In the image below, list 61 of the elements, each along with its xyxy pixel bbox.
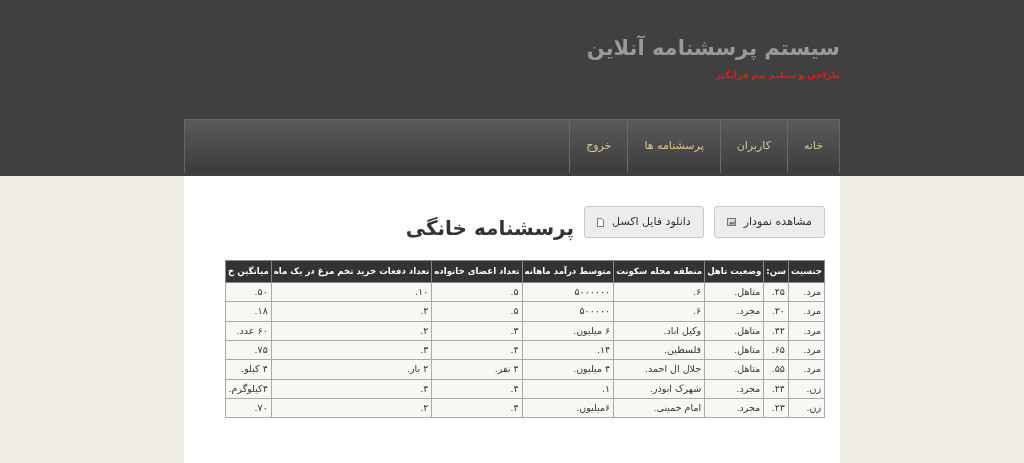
column-header: جنسیت xyxy=(788,260,825,283)
action-button[interactable]: مشاهده نمودار xyxy=(713,205,825,239)
table-cell: ۱۸. xyxy=(225,301,272,322)
table-cell: زن. xyxy=(788,379,825,399)
table-cell: جلال ال احمد. xyxy=(613,359,705,380)
table-cell: وکیل اباد. xyxy=(613,321,705,341)
table-cell: مجرد. xyxy=(704,379,764,399)
column-header: تعداد اعضای خانواده xyxy=(431,260,522,283)
table-cell: مرد. xyxy=(788,340,825,360)
column-header: تعداد دفعات خرید تخم مرغ در یک ماه xyxy=(271,260,432,283)
nav-link[interactable]: خانه xyxy=(786,119,839,173)
table-cell: ۴کیلوگرم. xyxy=(225,379,272,399)
column-header: منطقه محله سکونت xyxy=(613,260,705,283)
action-button[interactable]: دانلود فایل اکسل xyxy=(584,205,704,239)
column-header: میانگین خ xyxy=(225,260,272,283)
table-cell: مجرد. xyxy=(704,398,764,418)
table-cell: مرد. xyxy=(788,359,825,380)
table-cell: مجرد. xyxy=(704,301,764,322)
table-cell: مرد. xyxy=(788,301,825,322)
table-cell: ۶میلیون. xyxy=(522,398,614,418)
table-cell: شهرک ابوذر. xyxy=(613,379,705,399)
table-cell: ۵۰۰۰۰۰ xyxy=(522,301,614,322)
table-cell: ۲ بار. xyxy=(271,359,432,380)
table-cell: ۶. xyxy=(613,282,705,302)
table-cell: متاهل. xyxy=(704,321,764,341)
table-cell: فلسطین. xyxy=(613,340,705,360)
page-title: پرسشنامه خانگی xyxy=(405,215,575,240)
table-cell: ۴ میلیون. xyxy=(522,359,614,380)
nav-link[interactable]: پرسشنامه ها xyxy=(627,119,720,173)
table-cell: ۱۴. xyxy=(522,340,614,360)
table-cell: مرد. xyxy=(788,282,825,302)
table-cell: ۲. xyxy=(271,321,432,341)
table-cell: متاهل. xyxy=(704,340,764,360)
table-cell: مرد. xyxy=(788,321,825,341)
credit-text: طراحی و تنظیم تیم فرابگیر xyxy=(714,69,840,83)
nav-link[interactable]: خروج xyxy=(569,119,628,173)
table-cell: ۲. xyxy=(271,301,432,322)
column-header: متوسط درآمد ماهانه xyxy=(522,260,614,283)
table-cell: ۶۰ عدد. xyxy=(225,321,272,341)
table-cell: ۱۰. xyxy=(271,282,432,302)
table-cell: ۶ میلیون. xyxy=(522,321,614,341)
table-cell: ۲. xyxy=(271,398,432,418)
nav-link[interactable]: کاربران xyxy=(719,119,787,173)
table-cell: ۷۰. xyxy=(225,398,272,418)
site-title: سیستم پرسشنامه آنلاین xyxy=(585,34,840,62)
table-cell: ۳. xyxy=(271,340,432,360)
table-cell: ۷۵. xyxy=(225,340,272,360)
table-cell: متاهل. xyxy=(704,359,764,380)
table-cell: متاهل. xyxy=(704,282,764,302)
table-cell: ۴. xyxy=(271,379,432,399)
table-cell: ۱. xyxy=(522,379,614,399)
file-icon xyxy=(597,217,605,227)
table-cell: ۴ کیلو. xyxy=(225,359,272,380)
column-header: سن: xyxy=(763,260,789,283)
column-header: وضعیت تاهل xyxy=(704,260,764,283)
table-cell: ۶. xyxy=(613,301,705,322)
table-cell: ۵۰۰۰۰۰۰ xyxy=(522,282,614,302)
table-cell: امام خمینی. xyxy=(613,398,705,418)
table-cell: زن. xyxy=(788,398,825,418)
table-cell: ۵۰. xyxy=(225,282,272,302)
image-icon xyxy=(726,218,736,226)
